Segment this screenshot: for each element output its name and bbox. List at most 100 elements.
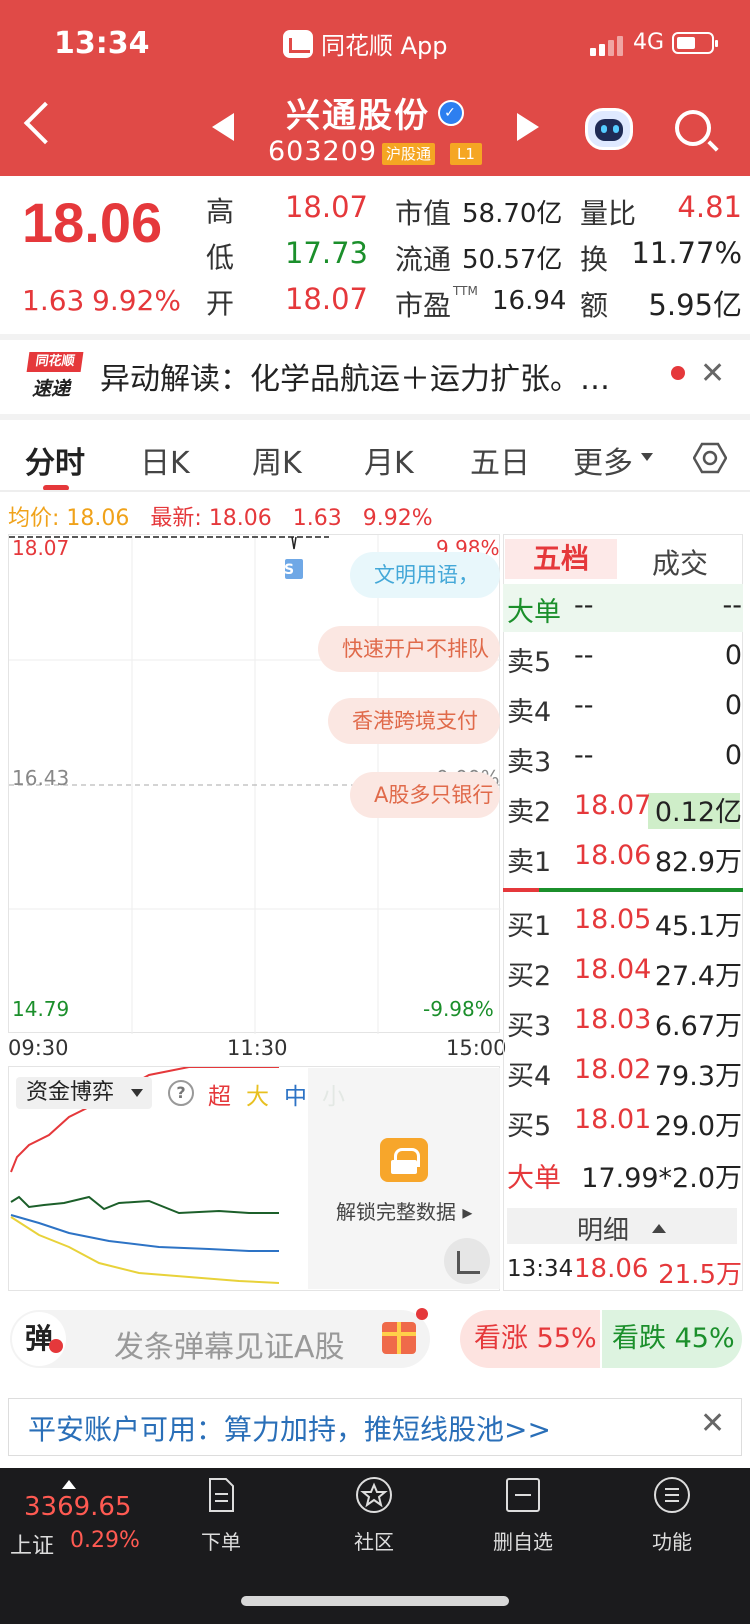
divider (0, 490, 750, 492)
back-icon[interactable] (23, 101, 67, 145)
sell5-vol: 0 (724, 640, 742, 671)
time-close: 15:00 (446, 1036, 507, 1060)
header-bar: 13:34 同花顺 App 4G 兴通股份 ✓ 603209 沪股通 L1 (0, 0, 750, 176)
app-logo-icon (283, 29, 313, 58)
nav-community[interactable]: 社区 (319, 1476, 429, 1555)
trade-volume: 21.5万 (658, 1260, 742, 1290)
sell5-price: -- (574, 640, 594, 671)
tab-trades[interactable]: 成交 (652, 542, 708, 582)
verified-icon: ✓ (438, 99, 464, 126)
avg-label: 均价: (8, 506, 60, 531)
help-icon[interactable]: ? (168, 1080, 194, 1106)
tab-weekly-k[interactable]: 周K (252, 438, 302, 482)
sell4-vol: 0 (724, 690, 742, 721)
promo-text[interactable]: 平安账户可用：算力加持，推短线股池>> (28, 1408, 551, 1448)
tab-more[interactable]: 更多 (573, 438, 633, 482)
news-headline[interactable]: 异动解读：化学品航运＋运力扩张。… (100, 354, 640, 398)
battery-icon (672, 32, 718, 54)
app-badge[interactable]: 同花顺 App (283, 26, 448, 61)
turnover-value: 11.77% (631, 236, 742, 270)
expand-icon[interactable] (444, 1238, 490, 1284)
news-logo-bottom: 速递 (31, 378, 70, 400)
avg-value: 18.06 (66, 506, 130, 531)
sell2-label: 卖2 (507, 797, 552, 828)
sell3-label: 卖3 (507, 747, 552, 778)
tab-level5[interactable]: 五档 (505, 539, 617, 579)
signal-icon (590, 36, 623, 56)
news-close-icon[interactable]: ✕ (700, 356, 725, 391)
next-stock-icon[interactable] (517, 113, 539, 141)
detail-toggle[interactable]: 明细 (507, 1208, 737, 1246)
tab-five-day[interactable]: 五日 (470, 438, 530, 482)
turnover-label: 换 (580, 243, 609, 276)
search-icon[interactable] (675, 110, 711, 146)
stock-name: 兴通股份 (286, 96, 430, 136)
prev-stock-icon[interactable] (212, 113, 234, 141)
nav-functions[interactable]: 功能 (617, 1476, 727, 1555)
legend-super: 超 (208, 1084, 231, 1110)
trade-price: 18.06 (574, 1254, 649, 1284)
gear-icon[interactable] (693, 441, 727, 475)
vr-value: 4.81 (677, 190, 742, 224)
open-label: 开 (206, 287, 235, 320)
mcap-label: 市值 (395, 197, 452, 230)
unlock-data-link[interactable]: 解锁完整数据 ▸ (336, 1196, 472, 1225)
buy5-vol: 29.0万 (654, 1111, 742, 1142)
float-label: 流通 (395, 243, 452, 276)
y-axis-max: 18.07 (12, 536, 70, 560)
vote-up-button[interactable]: 看涨 55% (460, 1310, 600, 1368)
nav-order-label: 下单 (201, 1530, 241, 1554)
pe-label: 市盈 (395, 289, 452, 322)
time-midday: 11:30 (227, 1036, 288, 1060)
latest-pct: 9.92% (362, 506, 433, 531)
nav-remove-watchlist[interactable]: 删自选 (468, 1476, 578, 1555)
buy2-vol: 27.4万 (654, 961, 742, 992)
tag-hgt: 沪股通 (382, 143, 436, 165)
buy5-price: 18.01 (574, 1104, 652, 1135)
tab-intraday[interactable]: 分时 (25, 438, 85, 482)
buy4-price: 18.02 (574, 1054, 652, 1085)
danmu-bullet[interactable]: 文明用语， (350, 552, 500, 598)
index-expand-icon[interactable] (62, 1480, 76, 1489)
sell4-label: 卖4 (507, 697, 552, 728)
danmu-bullet[interactable]: 香港跨境支付 (328, 698, 500, 744)
tab-monthly-k[interactable]: 月K (364, 438, 414, 482)
sell2-vol: 0.12亿 (654, 797, 742, 828)
low-label: 低 (206, 241, 235, 274)
big-order-vol: -- (722, 590, 743, 621)
trade-time: 13:34 (507, 1256, 574, 1282)
home-indicator[interactable] (241, 1596, 509, 1606)
buy4-vol: 79.3万 (654, 1061, 742, 1092)
sell4-price: -- (574, 690, 594, 721)
buy1-label: 买1 (507, 911, 552, 942)
buy4-label: 买4 (507, 1061, 552, 1092)
high-label: 高 (206, 195, 235, 228)
mcap-value: 58.70亿 (462, 199, 563, 229)
banner-close-icon[interactable]: ✕ (700, 1406, 725, 1441)
book-divider (503, 888, 743, 892)
gift-icon[interactable] (382, 1322, 416, 1354)
vote-down-button[interactable]: 看跌 45% (602, 1310, 742, 1368)
chevron-down-icon (641, 453, 653, 461)
index-value[interactable]: 3369.65 (24, 1492, 132, 1522)
danmu-bullet[interactable]: 快速开户不排队 (318, 626, 500, 672)
tag-l1: L1 (450, 143, 482, 165)
lock-icon (380, 1138, 428, 1182)
document-icon (209, 1478, 234, 1512)
news-logo-top: 同花顺 (26, 352, 84, 372)
robot-assistant-icon[interactable] (585, 108, 633, 150)
buy3-price: 18.03 (574, 1004, 652, 1035)
nav-order[interactable]: 下单 (166, 1476, 276, 1555)
pe-ttm-sup: TTM (453, 284, 478, 298)
sell1-price: 18.06 (574, 840, 652, 871)
community-star-icon (356, 1477, 392, 1513)
big-order-label: 大单 (507, 597, 561, 628)
danmu-on-icon (49, 1339, 63, 1353)
buy1-vol: 45.1万 (654, 911, 742, 942)
stock-code: 603209 (268, 136, 378, 167)
pct-axis-min: -9.98% (423, 997, 494, 1021)
danmu-bullet[interactable]: A股多只银行 (350, 772, 500, 818)
danmu-input[interactable]: 发条弹幕见证A股 (114, 1322, 345, 1366)
y-axis-mid: 16.43 (12, 766, 70, 790)
tab-daily-k[interactable]: 日K (140, 438, 190, 482)
